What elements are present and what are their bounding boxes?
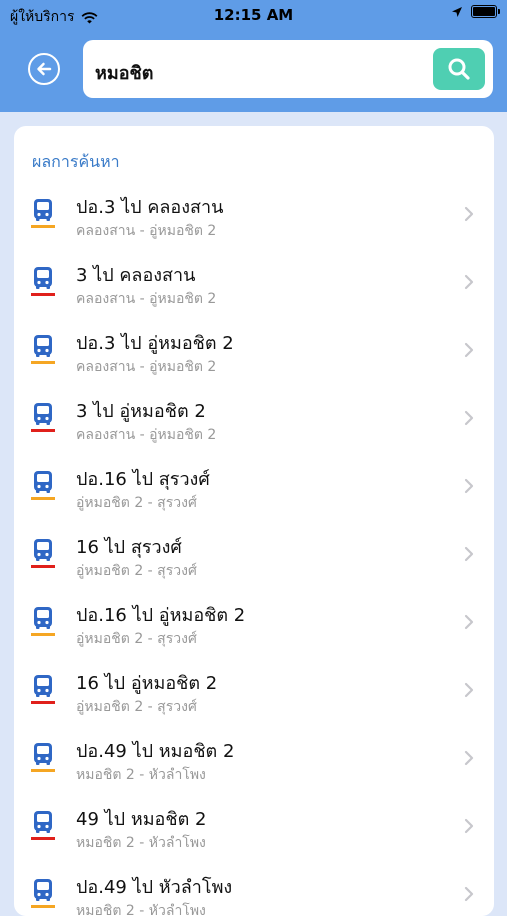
- bus-icon: [31, 267, 55, 296]
- chevron-right-icon: [464, 478, 474, 494]
- route-subtitle: อู่หมอชิต 2 - สุรวงศ์: [76, 699, 197, 715]
- result-row[interactable]: ปอ.3 ไป อู่หมอชิต 2 คลองสาน - อู่หมอชิต 2: [14, 318, 494, 386]
- search-icon: [448, 58, 470, 80]
- bus-icon: [31, 811, 55, 840]
- route-title: ปอ.3 ไป อู่หมอชิต 2: [76, 333, 234, 354]
- results-card: ผลการค้นหา ปอ.3 ไป คลองสานคลองสาน - อู่ห…: [14, 126, 494, 916]
- result-row[interactable]: 49 ไป หมอชิต 2 หมอชิต 2 - หัวลำโพง: [14, 794, 494, 862]
- chevron-right-icon: [464, 274, 474, 290]
- bus-icon: [31, 879, 55, 908]
- status-bar: ผู้ให้บริการ 12:15 AM: [0, 0, 507, 28]
- route-title: 16 ไป สุรวงศ์: [76, 537, 182, 558]
- chevron-right-icon: [464, 206, 474, 222]
- results-section-title: ผลการค้นหา: [32, 152, 120, 171]
- route-subtitle: หมอชิต 2 - หัวลำโพง: [76, 835, 206, 851]
- result-row[interactable]: ปอ.16 ไป อู่หมอชิต 2 อู่หมอชิต 2 - สุรวงศ…: [14, 590, 494, 658]
- route-subtitle: คลองสาน - อู่หมอชิต 2: [76, 359, 217, 375]
- chevron-right-icon: [464, 818, 474, 834]
- result-row[interactable]: 16 ไป อู่หมอชิต 2 อู่หมอชิต 2 - สุรวงศ์: [14, 658, 494, 726]
- chevron-right-icon: [464, 410, 474, 426]
- bus-icon: [31, 607, 55, 636]
- route-subtitle: คลองสาน - อู่หมอชิต 2: [76, 291, 217, 307]
- route-title: 49 ไป หมอชิต 2: [76, 809, 207, 830]
- result-row[interactable]: ปอ.49 ไป หมอชิต 2 หมอชิต 2 - หัวลำโพง: [14, 726, 494, 794]
- bus-icon: [31, 743, 55, 772]
- chevron-right-icon: [464, 342, 474, 358]
- route-subtitle: หมอชิต 2 - หัวลำโพง: [76, 903, 206, 916]
- route-subtitle: อู่หมอชิต 2 - สุรวงศ์: [76, 495, 197, 511]
- search-button[interactable]: [433, 48, 485, 90]
- result-row[interactable]: 16 ไป สุรวงศ์อู่หมอชิต 2 - สุรวงศ์: [14, 522, 494, 590]
- results-list: ปอ.3 ไป คลองสาน คลองสาน - อู่หมอชิต 23 ไป…: [14, 182, 494, 916]
- result-row[interactable]: ปอ.49 ไป หัวลำโพงหมอชิต 2 - หัวลำโพง: [14, 862, 494, 916]
- chevron-right-icon: [464, 682, 474, 698]
- status-right-icons: [451, 5, 500, 18]
- route-subtitle: อู่หมอชิต 2 - สุรวงศ์: [76, 563, 197, 579]
- route-title: ปอ.49 ไป หมอชิต 2: [76, 741, 235, 762]
- route-subtitle: อู่หมอชิต 2 - สุรวงศ์: [76, 631, 197, 647]
- route-title: 3 ไป คลองสาน: [76, 265, 196, 286]
- chevron-right-icon: [464, 750, 474, 766]
- bus-icon: [31, 403, 55, 432]
- bus-icon: [31, 471, 55, 500]
- search-input-value[interactable]: หมอชิต: [95, 58, 153, 87]
- result-row[interactable]: 3 ไป อู่หมอชิต 2 คลองสาน - อู่หมอชิต 2: [14, 386, 494, 454]
- route-title: ปอ.16 ไป อู่หมอชิต 2: [76, 605, 246, 626]
- route-title: ปอ.49 ไป หัวลำโพง: [76, 877, 233, 898]
- search-field[interactable]: หมอชิต: [83, 40, 493, 98]
- bus-icon: [31, 199, 55, 228]
- route-title: 3 ไป อู่หมอชิต 2: [76, 401, 206, 422]
- location-arrow-icon: [452, 6, 462, 17]
- result-row[interactable]: ปอ.3 ไป คลองสานคลองสาน - อู่หมอชิต 2: [14, 182, 494, 250]
- route-title: 16 ไป อู่หมอชิต 2: [76, 673, 218, 694]
- route-title: ปอ.3 ไป คลองสาน: [76, 197, 224, 218]
- battery-icon: [471, 5, 500, 18]
- route-subtitle: หมอชิต 2 - หัวลำโพง: [76, 767, 206, 783]
- status-time: 12:15 AM: [213, 6, 294, 24]
- chevron-right-icon: [464, 614, 474, 630]
- chevron-right-icon: [464, 546, 474, 562]
- back-button[interactable]: [28, 53, 60, 85]
- bus-icon: [31, 539, 55, 568]
- route-title: ปอ.16 ไป สุรวงศ์: [76, 469, 210, 490]
- result-row[interactable]: 3 ไป คลองสานคลองสาน - อู่หมอชิต 2: [14, 250, 494, 318]
- header-bar: ผู้ให้บริการ 12:15 AM หมอชิต: [0, 0, 507, 112]
- bus-icon: [31, 675, 55, 704]
- route-subtitle: คลองสาน - อู่หมอชิต 2: [76, 223, 217, 239]
- arrow-left-icon: [37, 62, 52, 76]
- result-row[interactable]: ปอ.16 ไป สุรวงศ์อู่หมอชิต 2 - สุรวงศ์: [14, 454, 494, 522]
- route-subtitle: คลองสาน - อู่หมอชิต 2: [76, 427, 217, 443]
- bus-icon: [31, 335, 55, 364]
